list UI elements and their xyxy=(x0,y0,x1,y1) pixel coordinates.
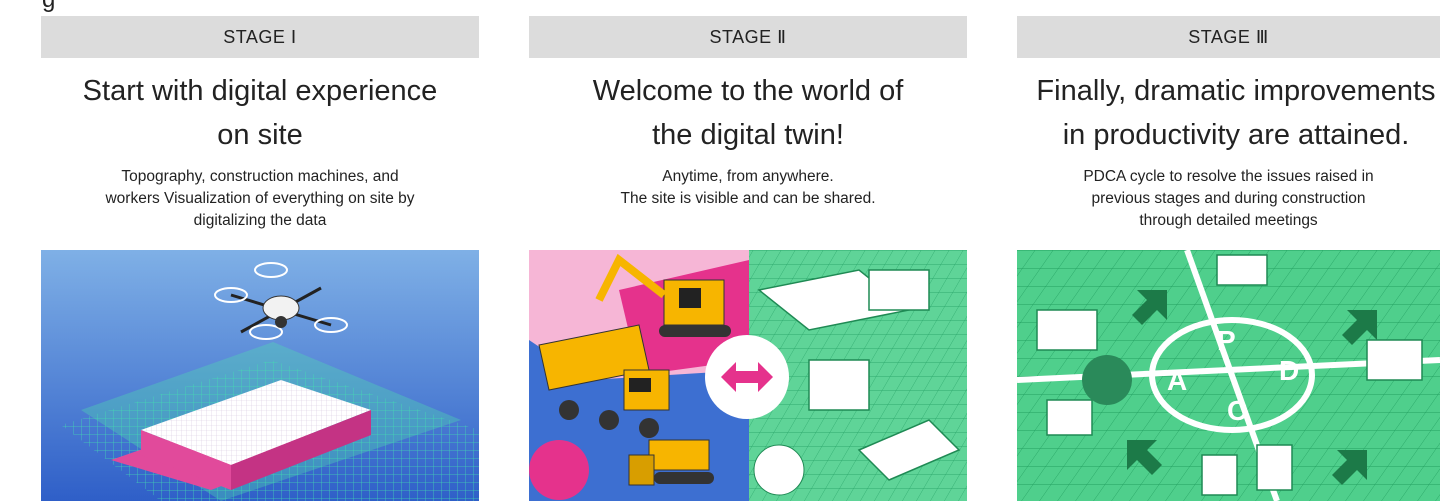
rubble-pile xyxy=(529,440,589,500)
rubble-pile xyxy=(1082,355,1132,405)
stage-3-card: STAGE Ⅲ Finally, dramatic improvements i… xyxy=(1017,0,1440,501)
stage-2-title-line-1: Welcome to the world of xyxy=(592,75,904,107)
stage-1-desc-line-3: digitalizing the data xyxy=(193,212,327,229)
pdca-letter-d: D xyxy=(1279,355,1299,386)
stage-1-title-line-2: on site xyxy=(217,119,303,151)
stage-1-desc-line-2: workers Visualization of everything on s… xyxy=(105,190,415,207)
bidirectional-arrow-icon xyxy=(705,335,789,419)
pdca-letter-p: P xyxy=(1217,325,1236,356)
stage-3-desc-line-3: through detailed meetings xyxy=(1139,212,1318,229)
stage-1-card: STAGE Ⅰ Start with digital experience on… xyxy=(41,0,479,501)
stage-2-description: Anytime, from anywhere. The site is visi… xyxy=(529,166,967,210)
pdca-letter-c: C xyxy=(1227,395,1247,426)
stage-3-title: Finally, dramatic improvements in produc… xyxy=(1007,69,1440,157)
stage-3-title-line-1: Finally, dramatic improvements xyxy=(1036,75,1436,107)
pdca-letter-a: A xyxy=(1167,365,1187,396)
stage-1-desc-line-1: Topography, construction machines, and xyxy=(121,168,399,185)
stage-2-title-line-2: the digital twin! xyxy=(652,119,844,151)
stage-2-desc-line-1: Anytime, from anywhere. xyxy=(662,168,834,185)
stage-1-title-line-1: Start with digital experience xyxy=(82,75,438,107)
stage-3-title-line-2: in productivity are attained. xyxy=(1062,119,1410,151)
stage-3-desc-line-1: PDCA cycle to resolve the issues raised … xyxy=(1083,168,1374,185)
digital-twin-illustration xyxy=(529,250,967,501)
digital-rubble-pile xyxy=(753,444,805,496)
stage-1-description: Topography, construction machines, and w… xyxy=(41,166,479,232)
stage-1-label: STAGE Ⅰ xyxy=(41,16,479,58)
pdca-cycle-illustration: P D C A xyxy=(1017,250,1440,501)
stage-2-desc-line-2: The site is visible and can be shared. xyxy=(620,190,876,207)
stage-3-label: STAGE Ⅲ xyxy=(1017,16,1440,58)
drone-survey-illustration xyxy=(41,250,479,501)
stage-2-card: STAGE Ⅱ Welcome to the world of the digi… xyxy=(529,0,967,501)
stage-2-label: STAGE Ⅱ xyxy=(529,16,967,58)
stage-3-description: PDCA cycle to resolve the issues raised … xyxy=(1017,166,1440,232)
stage-2-title: Welcome to the world of the digital twin… xyxy=(519,69,977,157)
stage-1-title: Start with digital experience on site xyxy=(31,69,489,157)
stage-3-desc-line-2: previous stages and during construction xyxy=(1091,190,1366,207)
